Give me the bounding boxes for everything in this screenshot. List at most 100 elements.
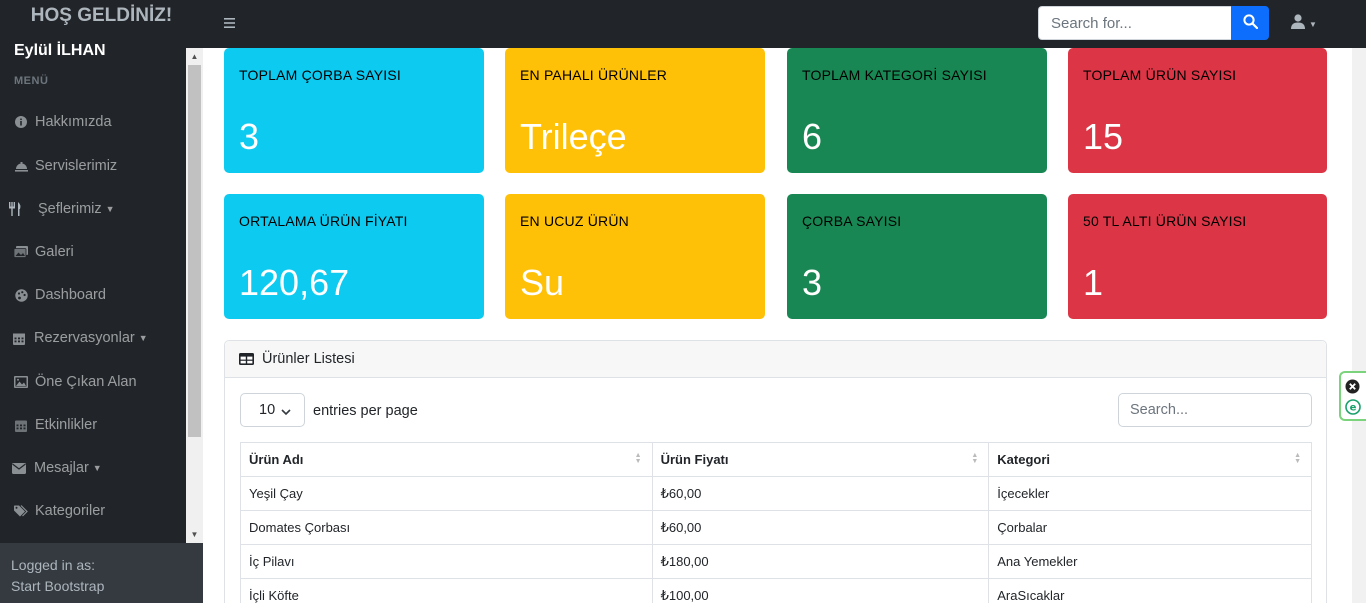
navbar-search-input[interactable]	[1038, 6, 1231, 40]
table-cell: İçli Köfte	[240, 578, 653, 603]
table-cell: ₺100,00	[651, 578, 990, 603]
entries-per-page-label: entries per page	[313, 403, 418, 419]
table-row: Domates Çorbası ₺60,00 Çorbalar	[240, 510, 1312, 545]
sidebar-user-name: Eylül İLHAN	[14, 42, 106, 59]
table-cell: Ana Yemekler	[988, 544, 1312, 579]
page-scrollbar[interactable]	[1352, 48, 1366, 603]
scrollbar-thumb[interactable]	[188, 65, 201, 437]
sort-icon: ▲ ▼	[1294, 452, 1301, 465]
tags-icon	[14, 504, 28, 518]
sidebar-scrollbar[interactable]: ▲ ▼	[186, 48, 203, 543]
products-card: Ürünler Listesi 10 entries per page Ürün…	[224, 340, 1327, 603]
images-icon	[14, 245, 28, 259]
search-icon	[1242, 14, 1258, 32]
scroll-down-arrow-icon[interactable]: ▼	[186, 526, 203, 543]
logged-in-label: Logged in as:	[11, 557, 96, 573]
column-header-urun-fiyati[interactable]: Ürün Fiyatı ▲ ▼	[651, 442, 990, 477]
sidebar-item-one-cikan-alan[interactable]: Öne Çıkan Alan	[0, 367, 186, 397]
column-header-label: Ürün Adı	[249, 452, 304, 467]
logged-in-user: Start Bootstrap	[11, 578, 105, 594]
stat-card: TOPLAM ÇORBA SAYISI 3	[224, 48, 484, 173]
menu-heading: MENÜ	[14, 75, 49, 87]
calendar-icon	[14, 418, 28, 432]
scroll-up-arrow-icon[interactable]: ▲	[186, 48, 203, 65]
svg-text:e: e	[1350, 403, 1357, 414]
sidebar-item-hakkimizda[interactable]: Hakkımızda	[0, 107, 186, 137]
close-circle-icon[interactable]	[1345, 379, 1360, 399]
stat-card-title: TOPLAM ÜRÜN SAYISI	[1083, 67, 1237, 83]
sidebar-item-seflerimiz[interactable]: Şeflerimiz ▼	[0, 194, 186, 224]
products-card-header: Ürünler Listesi	[225, 341, 1326, 378]
sidebar-item-label: Hakkımızda	[35, 114, 112, 130]
sidebar-item-label: Mesajlar	[34, 460, 89, 476]
table-row: İç Pilavı ₺180,00 Ana Yemekler	[240, 544, 1312, 579]
stat-card-value: 1	[1083, 262, 1104, 303]
sidebar-item-label: Galeri	[35, 244, 74, 260]
stat-card-value: 6	[802, 116, 823, 157]
stat-card-value: Su	[520, 262, 565, 303]
bell-concierge-icon	[14, 159, 28, 173]
chevron-down-icon	[281, 404, 291, 420]
sidebar-item-dashboard[interactable]: Dashboard	[0, 280, 186, 310]
stat-card: TOPLAM ÜRÜN SAYISI 15	[1068, 48, 1327, 173]
column-header-label: Ürün Fiyatı	[660, 452, 729, 467]
sidebar-item-etkinlikler[interactable]: Etkinlikler	[0, 410, 186, 440]
stat-card-value: 15	[1083, 116, 1124, 157]
chevron-down-icon: ▼	[138, 333, 148, 343]
chevron-down-icon: ▼	[92, 463, 102, 473]
table-row: Yeşil Çay ₺60,00 İçecekler	[240, 476, 1312, 511]
sidebar-item-galeri[interactable]: Galeri	[0, 237, 186, 267]
navbar-search	[1038, 6, 1269, 40]
table-cell: ₺60,00	[651, 476, 990, 511]
sidebar-item-label: Servislerimiz	[35, 158, 118, 174]
products-card-title: Ürünler Listesi	[262, 351, 355, 367]
palette-icon	[14, 288, 28, 302]
chevron-down-icon: ▼	[105, 204, 115, 214]
table-search-input[interactable]	[1118, 393, 1312, 427]
column-header-urun-adi[interactable]: Ürün Adı ▲ ▼	[240, 442, 653, 477]
table-cell: Çorbalar	[988, 510, 1312, 545]
stat-card: ORTALAMA ÜRÜN FİYATI 120,67	[224, 194, 484, 319]
chevron-down-icon: ▼	[1309, 19, 1317, 29]
sidebar-item-mesajlar[interactable]: Mesajlar ▼	[0, 453, 186, 483]
stat-card-value: Trileçe	[520, 116, 627, 157]
column-header-kategori[interactable]: Kategori ▲ ▼	[988, 442, 1312, 477]
user-dropdown[interactable]: ▼	[1291, 14, 1323, 34]
table-row: İçli Köfte ₺100,00 AraSıcaklar	[240, 578, 1312, 603]
brand-title[interactable]: HOŞ GELDİNİZ!	[0, 0, 203, 32]
table-cell: Domates Çorbası	[240, 510, 653, 545]
table-cell: AraSıcaklar	[988, 578, 1312, 603]
bars-icon[interactable]	[224, 14, 238, 34]
table-cell: ₺180,00	[651, 544, 990, 579]
stat-card-value: 3	[239, 116, 260, 157]
extension-widget: e	[1339, 371, 1366, 421]
stat-card-title: ÇORBA SAYISI	[802, 213, 902, 229]
stat-card: TOPLAM KATEGORİ SAYISI 6	[787, 48, 1047, 173]
products-table: Ürün Adı ▲ ▼ Ürün Fiyatı ▲ ▼ Kategori ▲ ▼ Yeşi…	[240, 442, 1312, 603]
sort-icon: ▲ ▼	[634, 452, 642, 465]
column-header-label: Kategori	[997, 452, 1050, 467]
image-icon	[14, 375, 28, 389]
table-cell: ₺60,00	[651, 510, 990, 545]
stat-card-title: EN PAHALI ÜRÜNLER	[520, 67, 668, 83]
sidebar-item-label: Rezervasyonlar	[34, 330, 135, 346]
sidebar-item-rezervasyonlar[interactable]: Rezervasyonlar ▼	[0, 323, 186, 353]
sidebar: Eylül İLHAN MENÜ Hakkımızda Servislerimi…	[0, 0, 203, 603]
table-cell: İçecekler	[988, 476, 1312, 511]
utensils-icon	[8, 202, 22, 216]
sidebar-item-label: Öne Çıkan Alan	[35, 374, 137, 390]
stat-card-title: EN UCUZ ÜRÜN	[520, 213, 629, 229]
table-cell: Yeşil Çay	[240, 476, 653, 511]
sidebar-item-kategoriler[interactable]: Kategoriler	[0, 496, 186, 526]
e-circle-icon[interactable]: e	[1345, 399, 1361, 420]
sidebar-menu: Eylül İLHAN MENÜ Hakkımızda Servislerimi…	[0, 32, 203, 543]
entries-per-page-select[interactable]: 10	[240, 393, 305, 427]
stat-card-value: 120,67	[239, 262, 350, 303]
stat-card: 50 TL ALTI ÜRÜN SAYISI 1	[1068, 194, 1327, 319]
sidebar-item-servislerimiz[interactable]: Servislerimiz	[0, 151, 186, 181]
stat-card: ÇORBA SAYISI 3	[787, 194, 1047, 319]
stat-card-value: 3	[802, 262, 823, 303]
sort-icon: ▲ ▼	[971, 452, 979, 465]
navbar-search-button[interactable]	[1231, 6, 1269, 40]
table-cell: İç Pilavı	[240, 544, 653, 579]
